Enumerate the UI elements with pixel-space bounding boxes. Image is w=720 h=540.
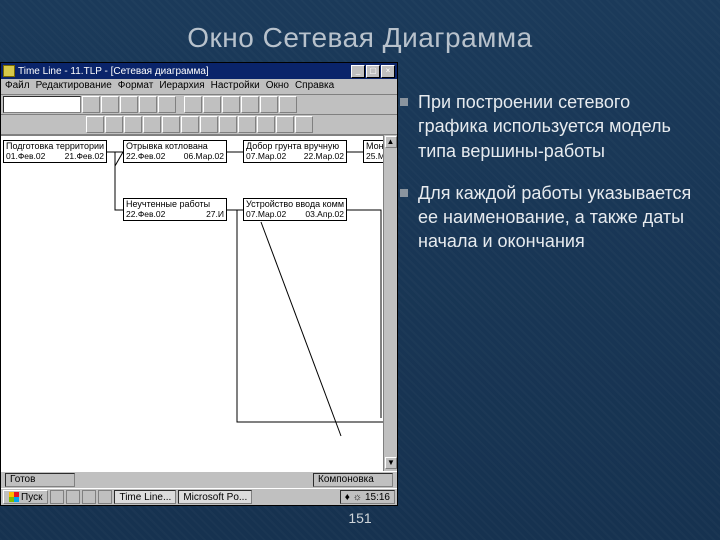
tray-icon: ☼: [353, 492, 362, 503]
toolbar-button[interactable]: [295, 116, 313, 133]
vertical-scrollbar[interactable]: ▲ ▼: [383, 135, 397, 471]
task-start: 07.Мар.02: [246, 152, 286, 161]
page-number: 151: [0, 510, 720, 526]
toolbar-button[interactable]: [238, 116, 256, 133]
toolbar-primary: [1, 95, 397, 115]
windows-icon: [9, 492, 19, 502]
app-icon: [3, 65, 15, 77]
menubar: Файл Редактирование Формат Иерархия Наст…: [1, 79, 397, 95]
toolbar-button[interactable]: [158, 96, 176, 113]
quicklaunch-icon[interactable]: [66, 490, 80, 504]
menu-hierarchy[interactable]: Иерархия: [159, 80, 204, 93]
toolbar-button[interactable]: [184, 96, 202, 113]
bullet-list: При построении сетевого графика использу…: [400, 90, 692, 272]
bullet-text: При построении сетевого графика использу…: [418, 90, 692, 163]
bullet-item: Для каждой работы указывается ее наимено…: [400, 181, 692, 254]
task-start: 22.Фев.02: [126, 152, 165, 161]
toolbar-button[interactable]: [203, 96, 221, 113]
bullet-icon: [400, 189, 408, 197]
slide-title: Окно Сетевая Диаграмма: [0, 22, 720, 54]
toolbar-button[interactable]: [276, 116, 294, 133]
menu-edit[interactable]: Редактирование: [36, 80, 112, 93]
maximize-button[interactable]: ▢: [366, 65, 380, 78]
start-button[interactable]: Пуск: [3, 490, 48, 504]
toolbar-button[interactable]: [120, 96, 138, 113]
link-lines: [1, 136, 397, 471]
task-end: 21.Фев.02: [65, 152, 104, 161]
task-node[interactable]: Подготовка территории 01.Фев.0221.Фев.02: [3, 140, 107, 163]
task-start: 22.Фев.02: [126, 210, 165, 219]
toolbar-button[interactable]: [279, 96, 297, 113]
task-label: Microsoft Po...: [183, 492, 247, 503]
task-start: 07.Мар.02: [246, 210, 286, 219]
titlebar[interactable]: Time Line - 11.TLP - [Сетевая диаграмма]…: [1, 63, 397, 79]
clock: 15:16: [365, 492, 390, 503]
view-selector[interactable]: [3, 96, 81, 113]
bullet-item: При построении сетевого графика использу…: [400, 90, 692, 163]
toolbar-button[interactable]: [257, 116, 275, 133]
toolbar-button[interactable]: [86, 116, 104, 133]
system-tray[interactable]: ♦ ☼ 15:16: [340, 490, 395, 504]
quicklaunch-icon[interactable]: [82, 490, 96, 504]
window-title: Time Line - 11.TLP - [Сетевая диаграмма]: [18, 66, 209, 77]
diagram-canvas[interactable]: Подготовка территории 01.Фев.0221.Фев.02…: [1, 135, 397, 471]
task-label: Time Line...: [119, 492, 171, 503]
toolbar-button[interactable]: [162, 116, 180, 133]
toolbar-button[interactable]: [101, 96, 119, 113]
scroll-down-icon[interactable]: ▼: [385, 457, 397, 469]
toolbar-button[interactable]: [241, 96, 259, 113]
app-window: Time Line - 11.TLP - [Сетевая диаграмма]…: [0, 62, 398, 506]
taskbar-task[interactable]: Time Line...: [114, 490, 176, 504]
toolbar-button[interactable]: [105, 116, 123, 133]
start-label: Пуск: [21, 492, 42, 503]
tray-icon: ♦: [345, 492, 350, 503]
task-end: 27.И: [206, 210, 224, 219]
menu-window[interactable]: Окно: [266, 80, 289, 93]
quicklaunch-icon[interactable]: [98, 490, 112, 504]
status-right: Компоновка: [313, 473, 393, 487]
taskbar: Пуск Time Line... Microsoft Po... ♦ ☼ 15…: [1, 488, 397, 505]
bullet-icon: [400, 98, 408, 106]
statusbar: Готов Компоновка: [1, 471, 397, 488]
toolbar-button[interactable]: [82, 96, 100, 113]
toolbar-button[interactable]: [124, 116, 142, 133]
toolbar-button[interactable]: [222, 96, 240, 113]
status-left: Готов: [5, 473, 75, 487]
toolbar-button[interactable]: [260, 96, 278, 113]
taskbar-task[interactable]: Microsoft Po...: [178, 490, 252, 504]
menu-settings[interactable]: Настройки: [211, 80, 260, 93]
menu-format[interactable]: Формат: [118, 80, 154, 93]
task-end: 03.Апр.02: [305, 210, 344, 219]
task-start: 01.Фев.02: [6, 152, 45, 161]
bullet-text: Для каждой работы указывается ее наимено…: [418, 181, 692, 254]
toolbar-button[interactable]: [181, 116, 199, 133]
task-node[interactable]: Устройство ввода коммуни 07.Мар.0203.Апр…: [243, 198, 347, 221]
task-end: 06.Мар.02: [184, 152, 224, 161]
scroll-up-icon[interactable]: ▲: [385, 136, 397, 148]
minimize-button[interactable]: _: [351, 65, 365, 78]
toolbar-button[interactable]: [219, 116, 237, 133]
toolbar-button[interactable]: [200, 116, 218, 133]
menu-file[interactable]: Файл: [5, 80, 30, 93]
task-end: 22.Мар.02: [304, 152, 344, 161]
toolbar-secondary: [1, 115, 397, 135]
task-node[interactable]: Добор грунта вручную 07.Мар.0222.Мар.02: [243, 140, 347, 163]
quicklaunch-icon[interactable]: [50, 490, 64, 504]
toolbar-button[interactable]: [139, 96, 157, 113]
toolbar-button[interactable]: [143, 116, 161, 133]
task-node[interactable]: Отрывка котлована 22.Фев.0206.Мар.02: [123, 140, 227, 163]
menu-help[interactable]: Справка: [295, 80, 334, 93]
close-button[interactable]: ×: [381, 65, 395, 78]
task-node[interactable]: Неучтенные работы 22.Фев.0227.И: [123, 198, 227, 221]
